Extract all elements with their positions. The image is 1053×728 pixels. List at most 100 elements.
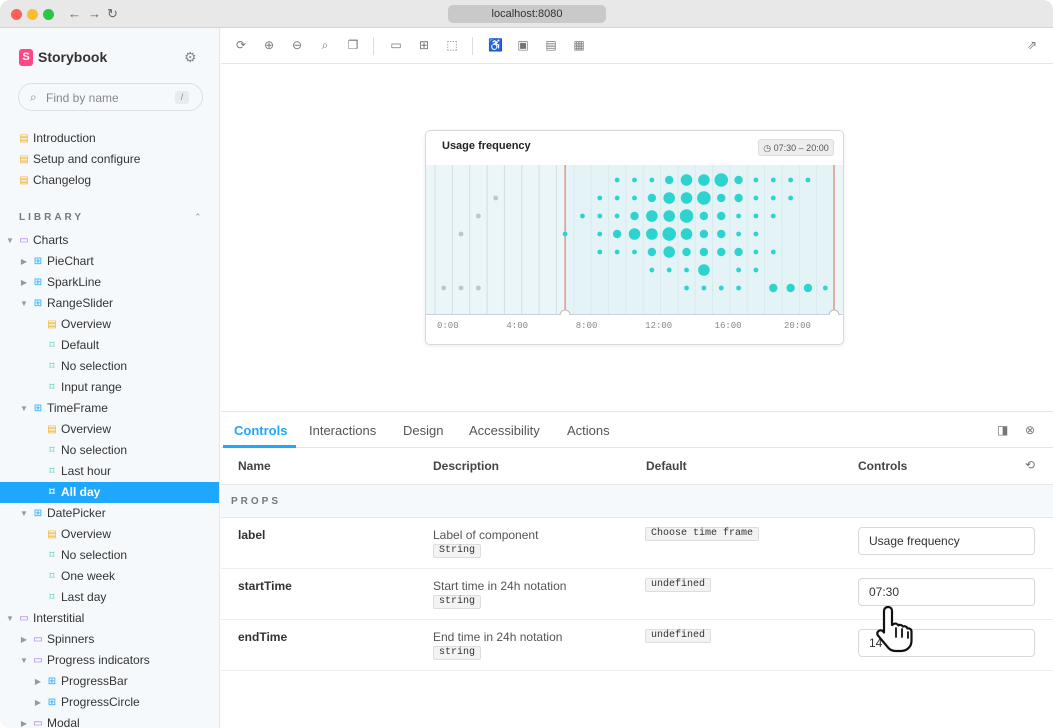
background-icon[interactable]: ❐	[346, 38, 360, 52]
data-point	[699, 247, 709, 257]
forward-arrow-icon[interactable]: →	[88, 6, 101, 22]
data-point	[666, 267, 672, 273]
data-point	[753, 213, 759, 219]
gear-icon[interactable]: ⚙	[184, 49, 197, 66]
reload-icon[interactable]: ↻	[107, 6, 118, 22]
sidebar-item-overview[interactable]: ▤ Overview	[0, 524, 219, 545]
zoom-reset-icon[interactable]: ⌕	[318, 38, 332, 53]
measure-icon[interactable]: ▤	[544, 38, 558, 52]
prop-row: label Label of component String Choose time…	[221, 518, 1053, 569]
sidebar-item-no-selection[interactable]: ⌑ No selection	[0, 545, 219, 566]
sidebar-doc-item[interactable]: ▤ Changelog	[0, 170, 219, 191]
sidebar-item-piechart[interactable]: ▶ ⊞ PieChart	[0, 251, 219, 272]
sidebar-item-interstitial[interactable]: ▼ ▭ Interstitial	[0, 608, 219, 629]
accessibility-icon[interactable]: ♿	[488, 38, 503, 52]
prop-control-input[interactable]: 07:30	[858, 578, 1035, 606]
outline-icon[interactable]: ⬚	[445, 38, 459, 52]
data-point	[597, 195, 603, 201]
sidebar-item-progress-indicators[interactable]: ▼ ▭ Progress indicators	[0, 650, 219, 671]
data-point	[630, 211, 639, 221]
selected-range	[565, 165, 834, 315]
storybook-logo[interactable]: S Storybook	[19, 48, 107, 66]
sidebar-item-overview[interactable]: ▤ Overview	[0, 419, 219, 440]
data-point	[753, 177, 759, 183]
data-point	[734, 193, 743, 203]
tab-interactions[interactable]: Interactions	[309, 423, 376, 438]
sidebar-doc-item[interactable]: ▤ Setup and configure	[0, 149, 219, 170]
maximize-window-button[interactable]	[43, 9, 54, 20]
data-point	[805, 177, 811, 183]
sidebar-doc-item[interactable]: ▤ Introduction	[0, 128, 219, 149]
sidebar-item-rangeslider[interactable]: ▼ ⊞ RangeSlider	[0, 293, 219, 314]
sidebar-item-sparkline[interactable]: ▶ ⊞ SparkLine	[0, 272, 219, 293]
sidebar-item-overview[interactable]: ▤ Overview	[0, 314, 219, 335]
prop-control-input[interactable]: Usage frequency	[858, 527, 1035, 555]
open-new-tab-icon[interactable]: ⇗	[1025, 38, 1039, 52]
prop-row: startTime Start time in 24h notation strin…	[221, 569, 1053, 620]
sidebar-item-one-week[interactable]: ⌑ One week	[0, 566, 219, 587]
sidebar-item-progresscircle[interactable]: ▶ ⊞ ProgressCircle	[0, 692, 219, 713]
sidebar-item-progressbar[interactable]: ▶ ⊞ ProgressBar	[0, 671, 219, 692]
search-input[interactable]: ⌕ Find by name /	[18, 83, 203, 111]
data-point	[562, 231, 568, 237]
remount-icon[interactable]: ⟳	[234, 38, 248, 52]
sidebar-item-last-day[interactable]: ⌑ Last day	[0, 587, 219, 608]
sidebar-item-label: Default	[61, 338, 100, 352]
tab-controls[interactable]: Controls	[234, 423, 287, 438]
sidebar-item-no-selection[interactable]: ⌑ No selection	[0, 356, 219, 377]
sidebar-item-modal[interactable]: ▶ ▭ Modal	[0, 713, 219, 728]
range-label: 07:30 – 20:00	[773, 143, 829, 153]
sidebar-item-datepicker[interactable]: ▼ ⊞ DatePicker	[0, 503, 219, 524]
data-point	[441, 285, 447, 291]
sidebar-item-label: Charts	[33, 233, 69, 247]
bookmark-icon: ⌑	[49, 571, 55, 582]
component-icon: ⊞	[33, 298, 43, 309]
viewport-icon[interactable]: ▭	[389, 38, 403, 52]
prop-type: string	[433, 646, 482, 660]
data-point	[770, 177, 776, 183]
zoom-out-icon[interactable]: ⊖	[290, 38, 304, 52]
data-point	[717, 211, 726, 221]
chevron-down-icon: ▼	[6, 614, 14, 623]
sidebar-item-label: TimeFrame	[47, 401, 108, 415]
image-icon[interactable]: ▣	[516, 38, 530, 52]
sidebar-item-label: Last day	[61, 590, 107, 604]
sidebar-item-label: Overview	[61, 527, 112, 541]
folder-icon: ▭	[33, 634, 43, 645]
zoom-in-icon[interactable]: ⊕	[262, 38, 276, 52]
data-point	[753, 231, 759, 237]
data-point	[647, 193, 657, 203]
sidebar-item-all-day[interactable]: ⌑ All day	[0, 482, 219, 503]
chevron-right-icon: ▶	[20, 278, 28, 287]
reset-controls-icon[interactable]: ⟲	[1025, 458, 1035, 472]
tab-accessibility[interactable]: Accessibility	[469, 423, 540, 438]
data-point	[698, 264, 710, 276]
sidebar-item-last-hour[interactable]: ⌑ Last hour	[0, 461, 219, 482]
usage-chart[interactable]	[426, 165, 843, 315]
close-panel-icon[interactable]: ⊗	[1025, 423, 1035, 437]
data-point	[475, 285, 481, 291]
collapse-all-icon[interactable]: ⌃	[194, 212, 202, 223]
panel-layout-icon[interactable]: ◨	[997, 423, 1008, 437]
address-bar[interactable]: localhost:8080	[448, 5, 606, 23]
addons-icon[interactable]: ▦	[572, 38, 586, 52]
prop-default: Choose time frame	[645, 527, 760, 541]
prop-default: undefined	[645, 578, 712, 592]
sidebar-item-spinners[interactable]: ▶ ▭ Spinners	[0, 629, 219, 650]
data-point	[736, 231, 741, 237]
close-window-button[interactable]	[11, 9, 22, 20]
minimize-window-button[interactable]	[27, 9, 38, 20]
data-point	[663, 192, 675, 204]
sidebar-item-no-selection[interactable]: ⌑ No selection	[0, 440, 219, 461]
sidebar-item-label: RangeSlider	[47, 296, 114, 310]
back-arrow-icon[interactable]: ←	[68, 6, 81, 22]
tab-actions[interactable]: Actions	[567, 423, 610, 438]
timeframe-card: Usage frequency ◷ 07:30 – 20:00 0:00 4:00…	[425, 130, 844, 345]
data-point	[770, 213, 776, 219]
sidebar-item-default[interactable]: ⌑ Default	[0, 335, 219, 356]
sidebar-item-input-range[interactable]: ⌑ Input range	[0, 377, 219, 398]
tab-design[interactable]: Design	[403, 423, 443, 438]
sidebar-item-timeframe[interactable]: ▼ ⊞ TimeFrame	[0, 398, 219, 419]
sidebar-item-charts[interactable]: ▼ ▭ Charts	[0, 230, 219, 251]
grid-icon[interactable]: ⊞	[417, 38, 431, 52]
